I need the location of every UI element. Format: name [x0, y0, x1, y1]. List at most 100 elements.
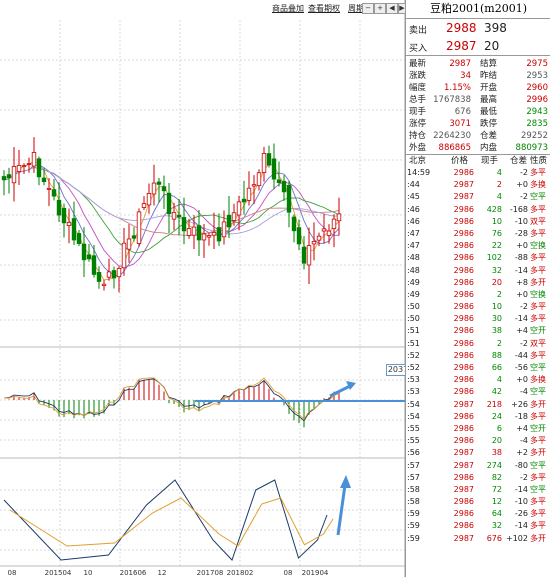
scroll-left-button[interactable]: ◀	[386, 3, 398, 14]
ticks-header-time: 北京	[409, 156, 427, 166]
tick-cell: :52	[407, 350, 420, 360]
tick-cell: 2986	[453, 338, 474, 348]
candle-body	[176, 214, 182, 218]
tick-cell: 2986	[453, 375, 474, 385]
tick-cell: :44	[407, 180, 420, 190]
tick-row: :54 2986 24 -18 多平	[406, 411, 550, 423]
candle-body	[86, 254, 92, 260]
stat-row: 持仓 2264230 仓差 29252	[406, 130, 550, 142]
stat-value: 2943	[526, 107, 548, 117]
candle-body	[66, 221, 72, 227]
kline-chart[interactable]: 08 201504 10 201606 12 201708 201802 08 201904	[0, 0, 405, 577]
stat-row: 现手 676 最低 2943	[406, 106, 550, 118]
candle-body	[131, 235, 137, 239]
tick-cell: :58	[407, 484, 420, 494]
stat-label: 结算	[480, 59, 498, 69]
tick-cell: 4	[496, 168, 502, 177]
tick-cell: 2987	[453, 399, 474, 409]
stat-label: 持仓	[409, 131, 427, 141]
zoom-out-button[interactable]: −	[362, 3, 374, 14]
zoom-in-button[interactable]: +	[374, 3, 386, 14]
stat-value: 2264230	[433, 131, 471, 141]
quote-stats: 最新 2987 结算 2975 涨跌 34 昨结 2953 幅度 1.15% 开盘 2960 总手 176…	[406, 56, 550, 154]
tick-row: :49 2986 2 +0 空换	[406, 289, 550, 301]
tick-cell: 多平	[530, 350, 546, 360]
tick-cell: -10	[514, 216, 528, 226]
tick-cell: 多平	[530, 302, 546, 312]
tick-cell: 多平	[530, 436, 546, 446]
tick-cell: 空平	[530, 460, 546, 470]
stat-row: 幅度 1.15% 开盘 2960	[406, 82, 550, 94]
tick-cell: :54	[407, 411, 420, 421]
tick-cell: -18	[514, 411, 528, 421]
candle-body	[101, 283, 107, 286]
tick-cell: 多开	[530, 277, 546, 287]
candle-body	[121, 242, 127, 269]
tick-cell: 空平	[530, 363, 546, 372]
tick-cell: :58	[407, 497, 420, 507]
tick-cell: :45	[407, 192, 420, 202]
tick-row: :47 2986 22 +0 空换	[406, 240, 550, 252]
tick-cell: -44	[514, 350, 528, 360]
tick-cell: :59	[407, 509, 420, 519]
tick-row: :57 2986 82 -2 多平	[406, 472, 550, 484]
tick-cell: 多平	[530, 228, 546, 238]
tick-cell: 82	[491, 472, 502, 482]
candle-body	[111, 270, 117, 279]
candle-body	[311, 240, 317, 245]
candle-body	[151, 182, 157, 195]
tick-cell: 空平	[530, 387, 546, 397]
bid-price: 2987	[446, 39, 477, 53]
tick-cell: 多平	[530, 314, 546, 324]
candle-body	[41, 177, 47, 183]
tick-cell: 218	[486, 399, 502, 409]
tick-row: :59 2987 676 +102 多开	[406, 533, 550, 545]
candle-body	[266, 153, 272, 166]
tick-row: :50 2986 10 -2 多平	[406, 301, 550, 313]
candle-body	[211, 232, 217, 236]
tick-cell: 38	[491, 326, 502, 336]
candle-body	[136, 211, 142, 244]
tick-cell: -2	[520, 168, 528, 177]
view-options-link[interactable]: 查看期权	[308, 3, 340, 14]
stat-value: 2987	[449, 59, 471, 69]
candle-body	[56, 199, 62, 216]
ask-volume: 398	[484, 21, 507, 35]
tick-cell: 2986	[453, 265, 474, 275]
tick-cell: +8	[516, 277, 528, 287]
tick-cell: :51	[407, 326, 420, 336]
candle-body	[281, 180, 287, 193]
quote-panel: 豆粕2001(m2001) 卖出 2988 398 买入 2987 20 最新 2…	[405, 0, 550, 577]
date-label: 10	[84, 569, 93, 577]
tick-list[interactable]: 14:59 2986 4 -2 多平:44 2987 2 +0 多换:45 2987 4 -2 空平:4…	[406, 167, 550, 545]
stat-value: 3071	[449, 119, 471, 129]
stat-label: 最新	[409, 59, 427, 69]
stat-value: 34	[460, 71, 471, 81]
tick-row: :48 2986 32 -14 多平	[406, 265, 550, 277]
tick-cell: -2	[520, 302, 528, 312]
candle-body	[21, 165, 27, 168]
tick-cell: 多平	[530, 509, 546, 519]
tick-cell: :51	[407, 338, 420, 348]
tick-cell: :52	[407, 363, 420, 372]
candle-body	[206, 235, 212, 238]
tick-cell: -14	[514, 484, 528, 494]
tick-cell: 2986	[453, 423, 474, 433]
tick-cell: 72	[491, 484, 502, 494]
tick-cell: -80	[514, 460, 528, 470]
tick-cell: +4	[516, 423, 528, 433]
tick-cell: 2	[496, 180, 502, 190]
tick-cell: -2	[520, 192, 528, 202]
tick-cell: 42	[491, 387, 502, 397]
date-label: 201606	[120, 569, 147, 577]
tick-cell: 多平	[530, 253, 546, 263]
tick-cell: 2986	[453, 277, 474, 287]
tick-cell: 30	[491, 314, 502, 324]
tick-cell: +102	[506, 533, 528, 543]
tick-cell: 2986	[453, 509, 474, 519]
tick-cell: 多换	[530, 180, 546, 190]
tick-cell: :47	[407, 241, 420, 251]
overlay-commodity-link[interactable]: 商品叠加	[272, 3, 304, 14]
tick-cell: 6	[496, 423, 502, 433]
tick-cell: 2986	[453, 326, 474, 336]
